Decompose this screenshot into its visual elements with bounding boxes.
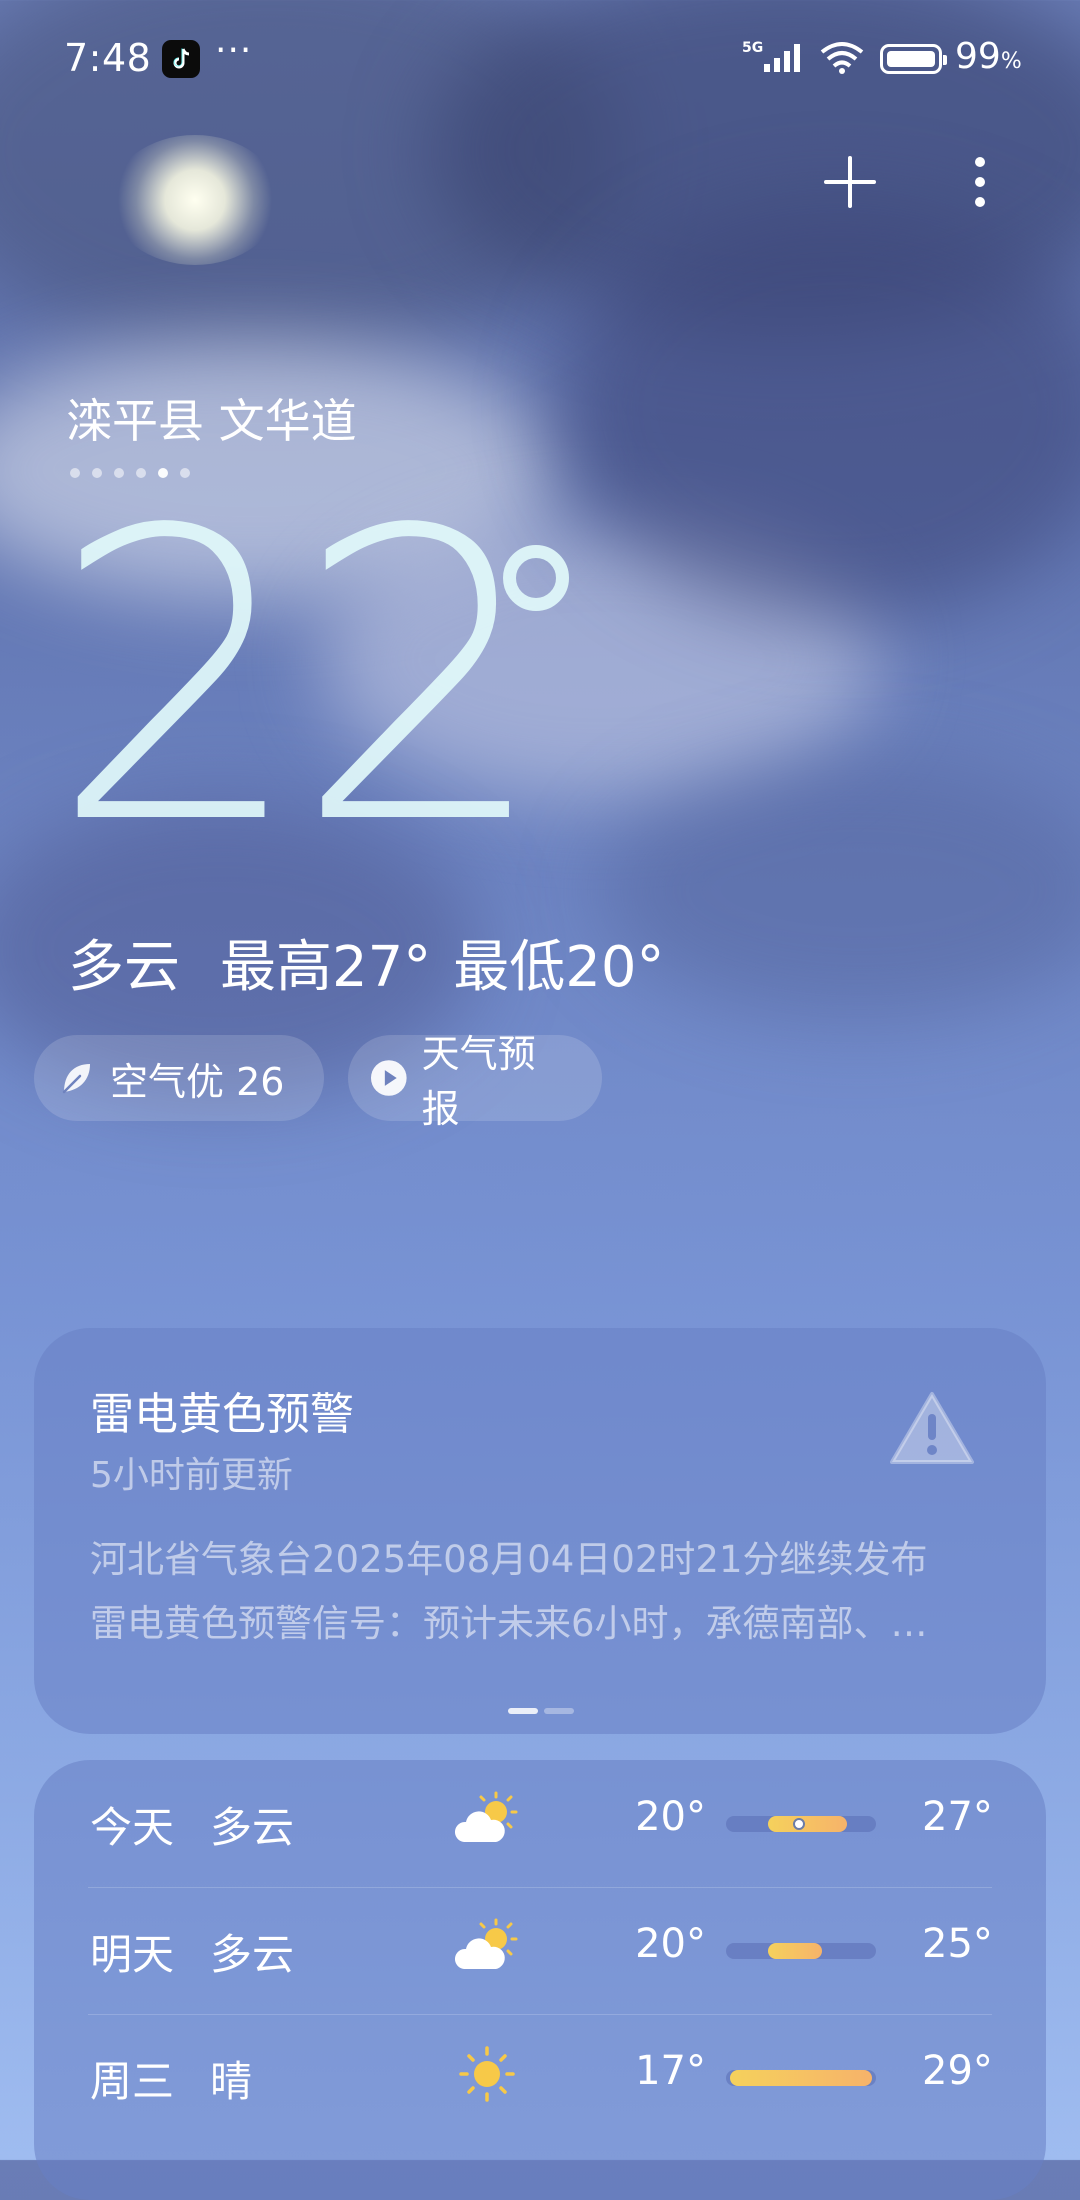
carousel-dot-active	[508, 1708, 538, 1714]
status-time: 7:48	[64, 36, 152, 80]
current-high: 最高27°	[220, 935, 432, 1000]
plus-icon	[824, 156, 876, 208]
current-temperature: 22	[50, 447, 549, 912]
sun-glow	[110, 135, 280, 265]
status-bar: 7:48 ··· 5G 99%	[0, 0, 1080, 120]
wifi-icon	[818, 40, 866, 80]
forecast-condition: 多云	[210, 1803, 295, 1852]
forecast-row-today[interactable]: 今天 多云 20° 27°	[34, 1760, 1046, 1887]
partly-cloudy-icon	[454, 1918, 518, 1969]
forecast-low: 17°	[635, 2048, 706, 2094]
battery-value: 99	[955, 36, 1001, 77]
weather-forecast-video-button[interactable]: 天气预报	[348, 1032, 602, 1131]
daily-forecast-card[interactable]: 今天 多云 20° 27° 明天 多云 20° 25° 周三 晴 17° 29°	[34, 1760, 1046, 2200]
current-condition: 多云	[68, 935, 180, 1000]
temperature-range-fill	[730, 2070, 872, 2086]
battery-percent: 99%	[955, 36, 1022, 77]
cellular-signal-icon: 5G	[742, 38, 808, 80]
forecast-day: 今天	[90, 1803, 175, 1852]
weather-alert-card[interactable]: 雷电黄色预警 5小时前更新 河北省气象台2025年08月04日02时21分继续发…	[34, 1328, 1046, 1734]
forecast-low: 20°	[635, 1921, 706, 1967]
add-city-button[interactable]	[818, 150, 882, 214]
temperature-range-bar	[726, 1816, 876, 1832]
alert-carousel-indicator	[508, 1708, 574, 1714]
forecast-low: 20°	[635, 1794, 706, 1840]
forecast-condition: 晴	[210, 2057, 253, 2106]
forecast-row-tomorrow[interactable]: 明天 多云 20° 25°	[34, 1887, 1046, 2014]
weather-forecast-label: 天气预报	[421, 1032, 536, 1131]
carousel-dot	[544, 1708, 574, 1714]
alert-body-line: 雷电黄色预警信号：预计未来6小时，承德南部、…	[90, 1602, 928, 1645]
forecast-day: 明天	[90, 1930, 175, 1979]
current-low: 最低20°	[453, 935, 665, 1000]
leaf-icon	[62, 1064, 90, 1094]
temperature-range-bar	[726, 2070, 876, 2086]
degree-symbol	[503, 545, 569, 611]
battery-unit: %	[1000, 49, 1022, 74]
battery-icon	[880, 44, 947, 74]
network-type-label: 5G	[742, 40, 763, 56]
warning-triangle-icon	[890, 1392, 974, 1464]
current-summary: 多云 最高27° 最低20°	[68, 922, 705, 1003]
forecast-day: 周三	[90, 2057, 175, 2106]
forecast-high: 27°	[922, 1794, 993, 1840]
sun-icon	[459, 2046, 515, 2102]
location-name[interactable]: 滦平县 文华道	[66, 385, 357, 451]
alert-updated-time: 5小时前更新	[90, 1455, 293, 1496]
forecast-condition: 多云	[210, 1930, 295, 1979]
alert-body: 河北省气象台2025年08月04日02时21分继续发布 雷电黄色预警信号：预计未…	[90, 1528, 1010, 1656]
current-temperature-marker	[792, 1818, 805, 1830]
air-quality-button[interactable]: 空气优 26	[34, 1035, 324, 1121]
more-vertical-icon	[975, 157, 985, 207]
forecast-row-wednesday[interactable]: 周三 晴 17° 29°	[34, 2014, 1046, 2141]
air-quality-label: 空气优 26	[110, 1059, 285, 1104]
temperature-range-fill	[767, 1943, 822, 1959]
more-options-button[interactable]	[948, 150, 1012, 214]
temperature-range-bar	[726, 1943, 876, 1959]
alert-title: 雷电黄色预警	[90, 1389, 354, 1440]
temperature-range-fill	[767, 1816, 847, 1832]
partly-cloudy-icon	[454, 1791, 518, 1842]
forecast-high: 29°	[922, 2048, 993, 2094]
play-icon	[370, 1060, 407, 1096]
forecast-high: 25°	[922, 1921, 993, 1967]
more-notifications-icon: ···	[215, 30, 253, 71]
tiktok-notification-icon	[162, 40, 200, 78]
alert-body-line: 河北省气象台2025年08月04日02时21分继续发布	[90, 1538, 928, 1581]
